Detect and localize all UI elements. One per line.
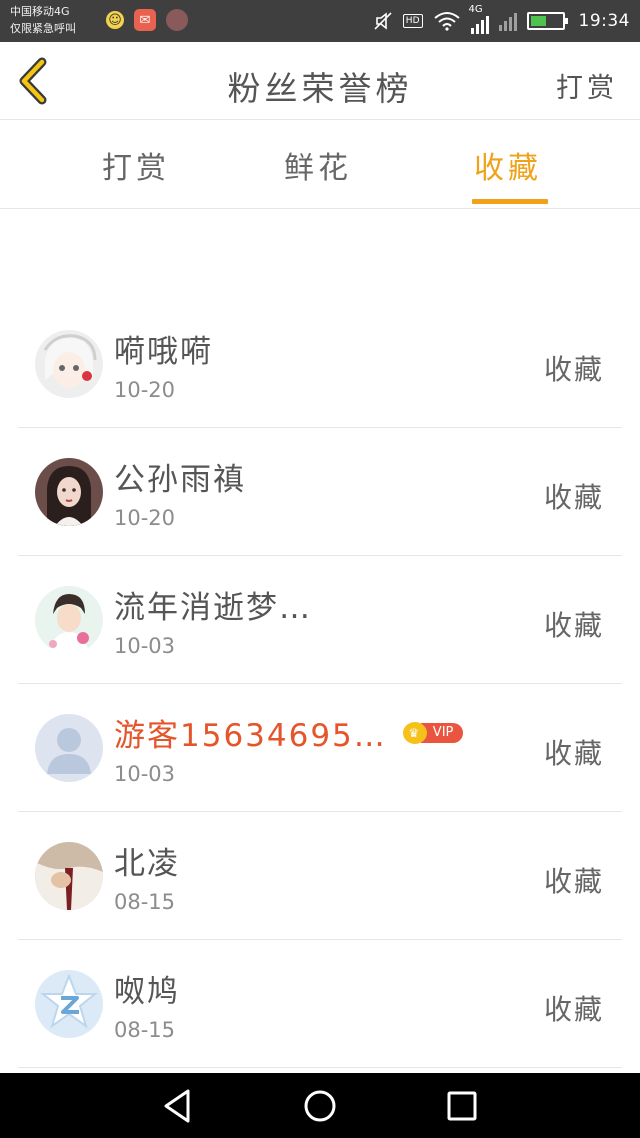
battery-icon	[526, 12, 568, 30]
list-item[interactable]: 流年消逝梦… 10-03 收藏	[18, 556, 622, 684]
circle-home-icon	[304, 1090, 336, 1122]
fan-date: 10-20	[114, 378, 176, 402]
page-title: 粉丝荣誉榜	[227, 69, 413, 108]
top-app-bar: 粉丝荣誉榜 打赏	[0, 42, 640, 120]
mail-notification-icon: ✉	[134, 9, 156, 31]
network-type-label: 4G	[468, 4, 483, 15]
avatar	[35, 970, 103, 1038]
fan-date: 10-03	[114, 634, 176, 658]
nav-recents-button[interactable]	[442, 1087, 482, 1125]
status-bar: 中国移动4G 仅限紧急呼叫 ☺ ✉ HD 4G 19:34	[0, 0, 640, 42]
list-item[interactable]: 嗬哦嗬 10-20 收藏	[18, 300, 622, 428]
fan-action: 收藏	[543, 353, 604, 386]
fan-name: 呶鸠	[114, 974, 180, 1010]
fan-action: 收藏	[543, 993, 604, 1026]
avatar	[35, 842, 103, 910]
avatar-notification-icon	[166, 9, 188, 31]
avatar	[35, 586, 103, 654]
avatar	[35, 714, 103, 782]
vip-badge: ♛ VIP	[402, 721, 464, 744]
fan-name: 流年消逝梦…	[114, 590, 312, 626]
list-item[interactable]: 游客15634695… ♛ VIP 10-03 收藏	[18, 684, 622, 812]
crown-icon: ♛	[402, 721, 427, 744]
mute-icon	[374, 12, 392, 30]
carrier-status: 仅限紧急呼叫	[10, 22, 76, 35]
fan-name: 公孙雨禛	[114, 462, 246, 498]
avatar	[35, 458, 103, 526]
fan-date: 10-20	[114, 506, 176, 530]
wifi-icon	[433, 12, 460, 31]
fan-date: 10-03	[114, 762, 176, 786]
carrier-name: 中国移动4G	[10, 5, 70, 18]
tab-bar: 打赏 鲜花 收藏	[0, 121, 640, 209]
reward-button[interactable]: 打赏	[556, 66, 618, 105]
list-item[interactable]: 公孙雨禛 10-20 收藏	[18, 428, 622, 556]
list-item[interactable]: 呶鸠 08-15 收藏	[18, 940, 622, 1068]
nav-back-button[interactable]	[158, 1087, 198, 1125]
fan-date: 08-15	[114, 890, 176, 914]
fan-action: 收藏	[543, 865, 604, 898]
fan-date: 08-15	[114, 1018, 176, 1042]
nav-home-button[interactable]	[300, 1087, 340, 1125]
vip-label: VIP	[420, 722, 464, 743]
fan-action: 收藏	[543, 481, 604, 514]
cell-signal-4g: 4G	[469, 4, 489, 34]
tab-reward[interactable]: 打赏	[102, 143, 170, 187]
system-icons: HD 4G 19:34	[373, 0, 630, 42]
carrier-info: 中国移动4G 仅限紧急呼叫	[10, 3, 76, 37]
tab-favorites[interactable]: 收藏	[474, 143, 542, 187]
system-nav-bar	[0, 1073, 640, 1138]
triangle-back-icon	[164, 1089, 190, 1123]
tab-flowers[interactable]: 鲜花	[284, 143, 352, 187]
signal-bars-icon	[470, 14, 489, 34]
fan-name-row: 游客15634695… ♛ VIP	[114, 710, 464, 755]
signal-bars-secondary-icon	[498, 11, 517, 31]
fan-name: 嗬哦嗬	[114, 334, 213, 370]
hd-icon: HD	[402, 14, 423, 28]
list-item[interactable]: 北凌 08-15 收藏	[18, 812, 622, 940]
square-recents-icon	[447, 1091, 477, 1121]
avatar	[35, 330, 103, 398]
active-tab-indicator	[472, 199, 548, 204]
fan-action: 收藏	[543, 609, 604, 642]
fan-name: 游客15634695…	[114, 718, 387, 754]
notification-icons: ☺ ✉	[106, 9, 188, 31]
fan-action: 收藏	[543, 737, 604, 770]
fan-name: 北凌	[114, 846, 180, 882]
clock: 19:34	[578, 11, 630, 31]
app-notification-icon: ☺	[106, 11, 124, 29]
